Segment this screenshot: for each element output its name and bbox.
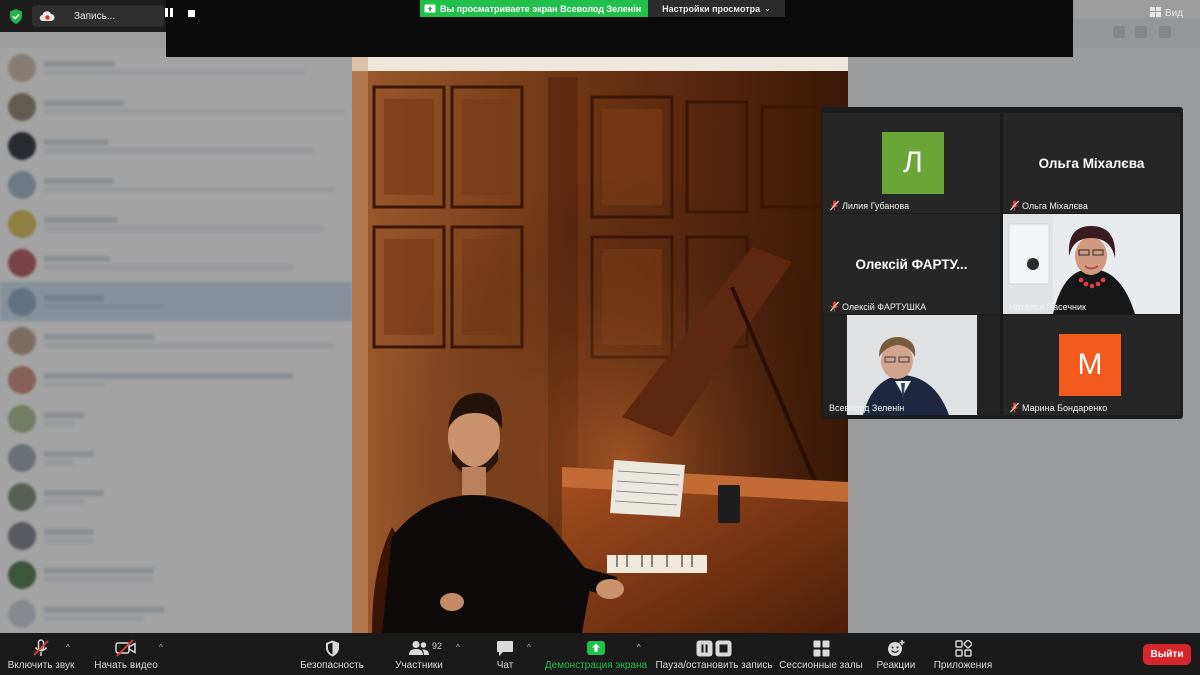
leave-meeting-button[interactable]: Выйти [1143,644,1191,665]
participant-tile-active-speaker[interactable]: Наталья Пасечник [1003,214,1180,314]
start-video-button[interactable]: Начать видео [94,633,158,675]
participants-gallery: ✋ Л Лилия Губанова Ольга Міхалєва Ольга … [821,107,1183,419]
zoom-meeting-window: Запись... Вы просматриваете экран Всевол… [0,0,1200,675]
view-options-label: Настройки просмотра [662,3,761,14]
share-options-caret-icon[interactable]: ^ [637,643,641,652]
muted-mic-icon [1009,402,1019,413]
view-options-button[interactable]: Настройки просмотра ⌄ [648,0,785,17]
recording-strip: Запись... [0,0,166,32]
muted-mic-icon [829,301,839,312]
share-screen-button[interactable]: Демонстрация экрана [545,633,647,675]
audio-options-caret-icon[interactable]: ^ [66,643,70,652]
apps-icon [954,639,972,657]
avatar: М [1059,334,1121,396]
share-screen-label: Демонстрация экрана [544,660,648,671]
avatar-letter: М [1077,348,1103,381]
participant-video [1003,214,1180,314]
pause-stop-recording-label: Пауза/остановить запись [655,660,773,671]
participants-icon [408,639,430,657]
participant-tile[interactable]: Л Лилия Губанова [823,113,1000,213]
unmute-button[interactable]: Включить звук [6,633,76,675]
participant-name: Всеволод Зеленін [829,403,905,413]
participant-tile[interactable]: М Марина Бондаренко [1003,315,1180,415]
participant-display-name: Ольга Міхалєва [1038,156,1145,171]
participant-tile[interactable]: Олексій ФАРТУ... Олексій ФАРТУШКА [823,214,1000,314]
viewing-screen-label: Вы просматриваете экран Всеволод Зеленін [440,3,642,14]
participant-video [823,315,1000,415]
meeting-controls-toolbar: Включить звук ^ Начать видео ^ Безопасно… [0,633,1200,675]
participants-button[interactable]: Участники [392,633,446,675]
participant-name: Марина Бондаренко [1022,402,1108,413]
chat-button[interactable]: Чат [492,633,518,675]
recording-indicator[interactable]: Запись... [32,5,164,27]
smiley-plus-icon [887,639,906,657]
start-video-label: Начать видео [94,660,158,671]
recording-label: Запись... [74,10,116,22]
participant-name: Ольга Міхалєва [1022,200,1088,211]
pause-stop-record-icon [696,639,732,657]
security-button[interactable]: Безопасность [300,633,364,675]
participant-name: Олексій ФАРТУШКА [842,301,927,312]
breakout-rooms-button[interactable]: Сессионные залы [779,633,863,675]
participants-count: 92 [432,641,443,651]
grid-view-icon [1150,4,1161,22]
video-options-caret-icon[interactable]: ^ [159,643,163,652]
breakout-rooms-label: Сессионные залы [779,660,863,671]
chevron-down-icon: ⌄ [764,4,771,13]
muted-mic-icon [1009,200,1019,211]
avatar-letter: Л [903,146,923,179]
shared-screen-photo [352,57,848,633]
cloud-record-icon [39,10,55,22]
screen-share-icon [424,3,436,15]
share-screen-icon [586,639,606,657]
participant-display-name: Олексій ФАРТУ... [855,257,968,272]
chat-options-caret-icon[interactable]: ^ [527,643,531,652]
chat-label: Чат [496,660,514,671]
view-layout-label: Вид [1165,7,1184,19]
view-layout-button[interactable]: Вид [1150,3,1183,23]
avatar: Л [882,132,944,194]
stop-recording-icon[interactable] [186,8,197,19]
chat-bubble-icon [496,639,514,657]
shield-icon [325,639,340,657]
reactions-button[interactable]: Реакции [876,633,916,675]
muted-mic-icon [32,639,50,657]
apps-button[interactable]: Приложения [932,633,994,675]
encryption-shield-icon[interactable] [8,8,23,24]
apps-label: Приложения [933,660,993,671]
participant-name: Лилия Губанова [842,200,910,211]
breakout-rooms-icon [813,639,830,657]
pause-stop-recording-button[interactable]: Пауза/остановить запись [655,633,773,675]
security-label: Безопасность [300,660,364,671]
participants-options-caret-icon[interactable]: ^ [456,643,460,652]
viewing-screen-banner: Вы просматриваете экран Всеволод Зеленін [420,0,648,17]
unmute-label: Включить звук [7,660,75,671]
participant-name: Наталья Пасечник [1009,302,1086,312]
muted-mic-icon [829,200,839,211]
participant-tile[interactable]: Ольга Міхалєва Ольга Міхалєва [1003,113,1180,213]
reactions-label: Реакции [876,660,916,671]
pause-recording-icon[interactable] [165,8,176,19]
participant-tile[interactable]: Всеволод Зеленін [823,315,1000,415]
participants-label: Участники [395,660,443,671]
video-off-icon [115,639,137,657]
